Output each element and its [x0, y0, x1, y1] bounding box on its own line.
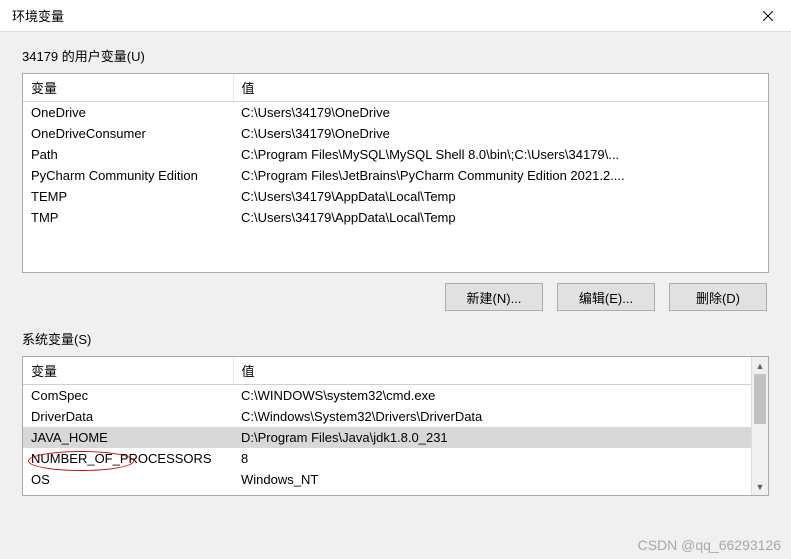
- close-icon: [763, 11, 773, 21]
- scroll-up-icon[interactable]: ▲: [752, 357, 768, 374]
- system-vars-table-wrap: 变量 值 ComSpecC:\WINDOWS\system32\cmd.exe …: [22, 356, 769, 496]
- sys-header-val[interactable]: 值: [233, 357, 751, 385]
- table-row[interactable]: OneDriveConsumerC:\Users\34179\OneDrive: [23, 123, 768, 144]
- user-vars-label: 34179 的用户变量(U): [22, 46, 769, 65]
- table-row[interactable]: JAVA_HOMED:\Program Files\Java\jdk1.8.0_…: [23, 427, 751, 448]
- table-row[interactable]: OneDriveC:\Users\34179\OneDrive: [23, 102, 768, 124]
- close-button[interactable]: [745, 0, 791, 32]
- table-row[interactable]: PathC:\Program Files\MySQL\MySQL Shell 8…: [23, 144, 768, 165]
- user-vars-table[interactable]: 变量 值 OneDriveC:\Users\34179\OneDrive One…: [23, 74, 768, 228]
- table-row[interactable]: DriverDataC:\Windows\System32\Drivers\Dr…: [23, 406, 751, 427]
- table-row[interactable]: NUMBER_OF_PROCESSORS8: [23, 448, 751, 469]
- user-vars-table-wrap: 变量 值 OneDriveC:\Users\34179\OneDrive One…: [22, 73, 769, 273]
- user-delete-button[interactable]: 删除(D): [669, 283, 767, 311]
- user-header-val[interactable]: 值: [233, 74, 768, 102]
- window-title: 环境变量: [12, 6, 64, 25]
- user-vars-group: 34179 的用户变量(U) 变量 值 OneDriveC:\Users\341…: [22, 46, 769, 311]
- table-row[interactable]: PyCharm Community EditionC:\Program File…: [23, 165, 768, 186]
- user-vars-buttons: 新建(N)... 编辑(E)... 删除(D): [22, 273, 769, 311]
- titlebar: 环境变量: [0, 0, 791, 32]
- system-vars-label: 系统变量(S): [22, 329, 769, 348]
- table-row[interactable]: TMPC:\Users\34179\AppData\Local\Temp: [23, 207, 768, 228]
- dialog-content: 34179 的用户变量(U) 变量 值 OneDriveC:\Users\341…: [0, 32, 791, 496]
- scrollbar[interactable]: ▲ ▼: [751, 357, 768, 495]
- system-vars-group: 系统变量(S) 变量 值 ComSpecC:\WINDOWS\system32\…: [22, 329, 769, 496]
- table-row[interactable]: TEMPC:\Users\34179\AppData\Local\Temp: [23, 186, 768, 207]
- scroll-down-icon[interactable]: ▼: [752, 478, 768, 495]
- sys-header-var[interactable]: 变量: [23, 357, 233, 385]
- table-row[interactable]: ComSpecC:\WINDOWS\system32\cmd.exe: [23, 385, 751, 407]
- table-row[interactable]: OSWindows_NT: [23, 469, 751, 490]
- scroll-thumb[interactable]: [754, 374, 766, 424]
- user-new-button[interactable]: 新建(N)...: [445, 283, 543, 311]
- user-edit-button[interactable]: 编辑(E)...: [557, 283, 655, 311]
- system-vars-table[interactable]: 变量 值 ComSpecC:\WINDOWS\system32\cmd.exe …: [23, 357, 751, 490]
- watermark: CSDN @qq_66293126: [638, 537, 781, 553]
- user-header-var[interactable]: 变量: [23, 74, 233, 102]
